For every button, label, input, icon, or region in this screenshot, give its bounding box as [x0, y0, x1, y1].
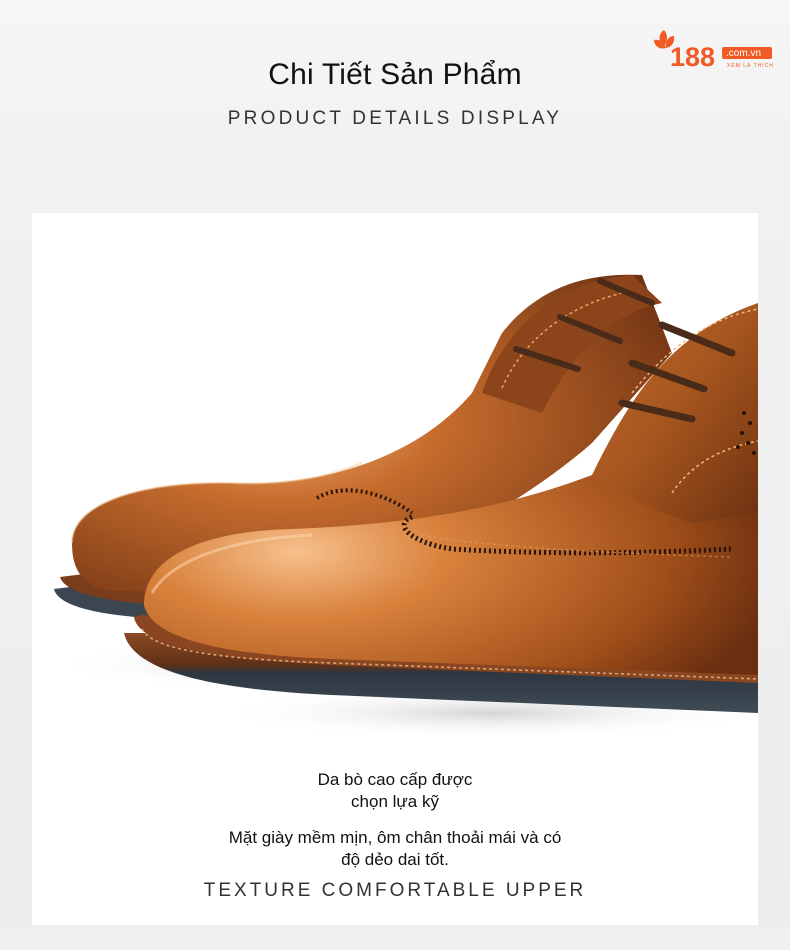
page-subtitle: PRODUCT DETAILS DISPLAY	[227, 108, 563, 129]
brown-leather-derby-shoes	[42, 274, 758, 739]
product-card: Da bò cao cấp được chọn lựa kỹ Mặt giày …	[32, 213, 758, 925]
caption-description: Mặt giày mềm mịn, ôm chân thoải mái và c…	[32, 827, 758, 871]
caption-material: Da bò cao cấp được chọn lựa kỹ	[32, 769, 758, 813]
product-image	[32, 213, 758, 743]
feature-label: TEXTURE COMFORTABLE UPPER	[203, 880, 587, 901]
bottom-strip	[0, 925, 790, 950]
description-line: Mặt giày mềm mịn, ôm chân thoải mái và c…	[228, 828, 562, 847]
caption-line: chọn lựa kỹ	[351, 792, 439, 811]
description-line: độ dẻo dai tốt.	[341, 850, 449, 869]
caption-line: Da bò cao cấp được	[317, 770, 473, 789]
page-title: Chi Tiết Sản Phẩm	[268, 58, 522, 91]
